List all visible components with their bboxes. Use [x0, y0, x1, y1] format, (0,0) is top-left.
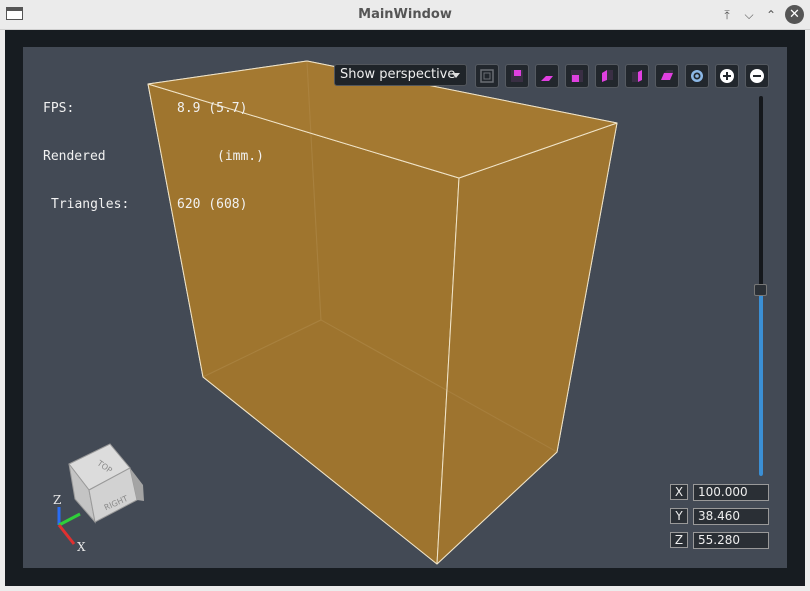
zoom-in-button[interactable] [715, 64, 739, 88]
zoom-in-icon [720, 69, 734, 83]
title-bar[interactable]: MainWindow ⤒ ⌵ ⌃ ✕ [0, 0, 810, 30]
settings-icon [691, 70, 703, 82]
maximize-top-icon[interactable]: ⤒ [718, 6, 736, 24]
view-back-icon [602, 70, 613, 82]
gizmo-axis-z-label: Z [53, 493, 61, 507]
close-icon[interactable]: ✕ [785, 5, 804, 24]
view-left-icon [632, 70, 642, 82]
view-left-button[interactable] [625, 64, 649, 88]
zoom-out-icon [750, 69, 764, 83]
view-back-button[interactable] [595, 64, 619, 88]
zoom-slider-handle[interactable] [754, 283, 767, 296]
perspective-dropdown-label: Show perspective [340, 67, 456, 82]
fps-value: 8.9 (5.7) [177, 101, 248, 116]
settings-button[interactable] [685, 64, 709, 88]
z-coord-input[interactable]: 55.280 [693, 532, 769, 549]
view-top-icon [511, 70, 523, 82]
chevron-down-icon [452, 73, 460, 78]
zoom-slider-fill [759, 289, 763, 476]
view-front-icon [571, 70, 583, 82]
x-coord-label: X [670, 484, 688, 500]
view-bottom-button[interactable] [535, 64, 559, 88]
view-top-button[interactable] [505, 64, 529, 88]
gizmo-x-axis [57, 524, 76, 545]
window-title: MainWindow [358, 7, 452, 22]
y-coord-label: Y [670, 508, 688, 524]
perspective-dropdown[interactable]: Show perspective [334, 64, 467, 86]
box-front-face [436, 122, 618, 565]
zoom-out-button[interactable] [745, 64, 769, 88]
view-right-button[interactable] [655, 64, 679, 88]
y-coord-input[interactable]: 38.460 [693, 508, 769, 525]
rendered-value: (imm.) [217, 149, 264, 164]
z-coord-label: Z [670, 532, 688, 548]
maximize-icon[interactable]: ⌃ [762, 6, 780, 24]
view-fit-button[interactable] [475, 64, 499, 88]
orientation-gizmo[interactable]: TOP RIGHT Z X [23, 47, 163, 568]
minimize-icon[interactable]: ⌵ [740, 6, 758, 24]
gizmo-y-axis [58, 512, 81, 527]
gizmo-axis-x-label: X [77, 540, 86, 554]
x-coord-input[interactable]: 100.000 [693, 484, 769, 501]
view-bottom-icon [541, 76, 553, 81]
view-fit-icon [480, 69, 494, 83]
view-front-button[interactable] [565, 64, 589, 88]
view-right-icon [661, 70, 673, 80]
3d-viewport[interactable]: FPS: 8.9 (5.7) Rendered (imm.) Triangles: 6… [23, 47, 787, 568]
triangles-value: 620 (608) [177, 197, 248, 212]
